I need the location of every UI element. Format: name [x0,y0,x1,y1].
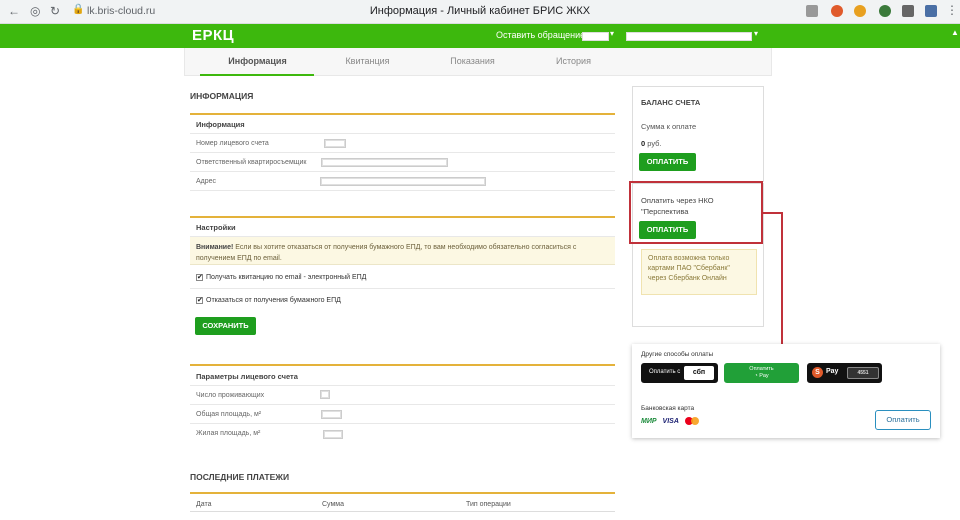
lock-icon: 🔒 [72,4,85,15]
sber-pay-button[interactable]: Оплатить ◔ Pay [724,363,799,383]
balance-panel: БАЛАНС СЧЕТА Сумма к оплате 0 руб. ОПЛАТ… [632,86,764,182]
spay-logo-icon: S [812,367,823,378]
tenant-value [321,158,448,167]
account-select[interactable] [626,32,752,41]
sbp-pay-button[interactable]: Оплатить с сбп [641,363,718,383]
visa-logo-icon: VISA [662,417,679,425]
spay-button[interactable]: S Pay 4551 [807,363,882,383]
tab-bar: Информация Квитанция Показания История [184,48,772,76]
reload-icon[interactable]: ↻ [50,4,60,18]
panel-title: Настройки [190,218,615,237]
bookmark-icon[interactable] [806,5,818,17]
settings-panel: Настройки Внимание! Если вы хотите отказ… [190,216,615,340]
payment-methods-widget: Другие способы оплаты Оплатить с сбп Опл… [632,344,940,438]
extension-icon[interactable] [831,5,843,17]
feedback-link[interactable]: Оставить обращение [496,30,585,40]
paper-refuse-option: ✔ Отказаться от получения бумажного ЕПД [196,297,341,304]
info-panel: Информация Номер лицевого счета Ответств… [190,113,615,191]
scroll-up-icon[interactable]: ▲ [951,28,959,37]
other-methods-label: Другие способы оплаты [641,351,714,358]
living-area-value [323,430,343,439]
tab-readings[interactable]: Показания [416,56,529,66]
row-living-area: Жилая площадь, м² [190,424,615,443]
brand-logo[interactable]: ЕРКЦ [192,27,234,44]
total-area-value [321,410,342,419]
payments-table-header: Дата Сумма Тип операции [190,492,615,512]
sber-pay-label: ◔ Pay [754,373,769,379]
highlight-connector [762,212,782,214]
warning-alert: Внимание! Если вы хотите отказаться от п… [190,237,615,265]
language-select[interactable] [582,32,609,41]
paper-refuse-checkbox[interactable]: ✔ [196,297,203,304]
row-residents: Число проживающих [190,386,615,405]
balance-title: БАЛАНС СЧЕТА [641,98,701,107]
page-title: ИНФОРМАЦИЯ [190,91,254,101]
card-mini-icon: 4551 [847,367,879,379]
amount-label: Сумма к оплате [641,122,697,131]
mastercard-logo-icon [684,417,699,425]
row-tenant: Ответственный квартиросъемщик [190,153,615,172]
chevron-down-icon[interactable]: ▾ [754,29,758,38]
pay-button[interactable]: ОПЛАТИТЬ [639,153,696,171]
residents-value [320,390,330,399]
chevron-down-icon[interactable]: ▾ [610,29,614,38]
column-header: Дата [196,501,212,508]
highlight-frame [629,181,763,244]
highlight-connector [781,212,783,344]
menu-icon[interactable]: ⋮ [946,3,958,17]
mir-logo-icon: МИР [641,417,657,425]
card-pay-button[interactable]: Оплатить [875,410,931,430]
panel-title: Параметры лицевого счета [190,366,615,386]
column-header: Сумма [322,501,344,508]
params-panel: Параметры лицевого счета Число проживающ… [190,364,615,444]
back-icon[interactable]: ← [8,4,20,18]
tab-history[interactable]: История [517,56,630,66]
browser-toolbar: ← ◎ ↻ 🔒 lk.bris-cloud.ru Информация - Ли… [0,0,960,24]
email-receipt-checkbox[interactable]: ✔ [196,274,203,281]
extension-icon[interactable] [854,5,866,17]
email-receipt-option: ✔ Получать квитанцию по email - электрон… [190,266,615,289]
site-header: ЕРКЦ Оставить обращение ▾ ▾ ▲ [0,24,960,48]
bank-card-label: Банковская карта [641,405,695,412]
address-bar[interactable]: lk.bris-cloud.ru [87,5,155,17]
sberbank-note: Оплата возможна только картами ПАО "Сбер… [641,249,757,295]
row-account-number: Номер лицевого счета [190,134,615,153]
panel-title: Информация [190,115,615,134]
column-header: Тип операции [466,501,511,508]
extension-icon[interactable] [902,5,914,17]
tab-receipt[interactable]: Квитанция [311,56,424,66]
row-address: Адрес [190,172,615,191]
amount-value: 0 руб. [641,139,662,148]
tab-info[interactable]: Информация [201,56,314,66]
account-number-value [324,139,346,148]
row-total-area: Общая площадь, м² [190,405,615,424]
page-root: ← ◎ ↻ 🔒 lk.bris-cloud.ru Информация - Ли… [0,0,960,520]
shield-icon[interactable]: ◎ [30,4,40,18]
save-button[interactable]: СОХРАНИТЬ [195,317,256,335]
active-tab-indicator [200,74,314,76]
extension-icon[interactable] [879,5,891,17]
section-title: ПОСЛЕДНИЕ ПЛАТЕЖИ [190,472,290,482]
extension-icon[interactable] [925,5,937,17]
card-brands: МИР VISA [641,417,699,425]
sbp-logo-icon: сбп [684,366,714,380]
address-value [320,177,486,186]
